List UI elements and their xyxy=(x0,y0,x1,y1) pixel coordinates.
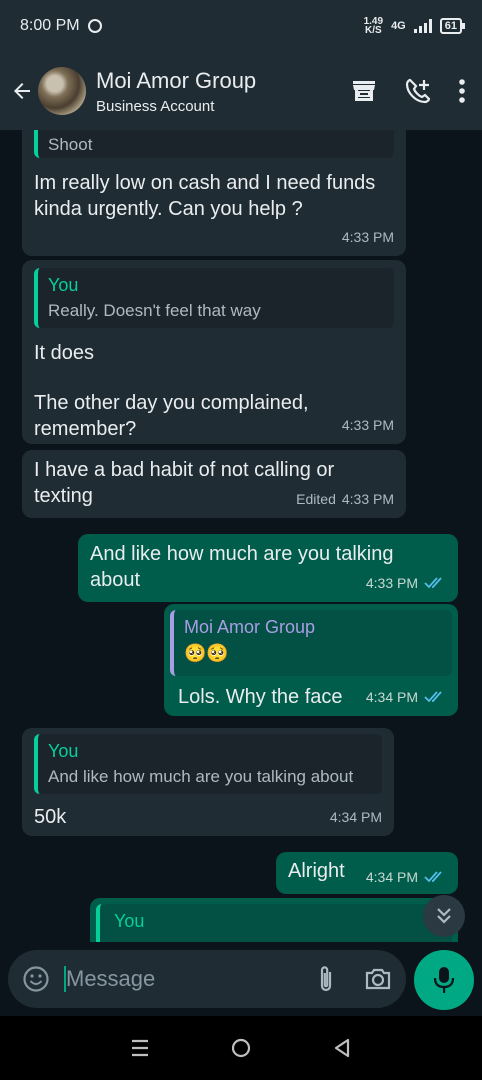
message-text-line: It does xyxy=(34,342,95,364)
status-time: 8:00 PM xyxy=(20,17,80,34)
battery-icon: 61 xyxy=(439,18,466,34)
message-meta: 4:34 PM xyxy=(366,684,446,710)
message-bubble[interactable]: You xyxy=(90,898,458,942)
message-text: Im really low on cash and I need funds k… xyxy=(34,172,376,220)
message-bubble[interactable]: I have a bad habit of not calling or tex… xyxy=(22,450,406,518)
quoted-message[interactable]: You Really. Doesn't feel that way xyxy=(34,268,394,328)
chat-title: Moi Amor Group xyxy=(96,67,257,93)
more-options-icon[interactable] xyxy=(458,78,466,104)
message-meta: 4:33 PM xyxy=(342,224,394,250)
voice-message-button[interactable] xyxy=(414,950,474,1010)
message-bubble[interactable]: Shoot Im really low on cash and I need f… xyxy=(22,130,406,256)
read-ticks-icon xyxy=(424,691,442,703)
message-text-line: The other day you complained, remember? xyxy=(34,392,309,440)
quoted-text: Shoot xyxy=(48,135,93,154)
message-time: 4:33 PM xyxy=(341,229,394,245)
scroll-to-bottom-button[interactable] xyxy=(423,895,465,937)
attach-icon[interactable] xyxy=(316,964,336,994)
quoted-message[interactable]: Shoot xyxy=(34,130,394,158)
quoted-message[interactable]: Moi Amor Group 🥺🥺 xyxy=(170,610,452,676)
avatar[interactable] xyxy=(38,67,86,115)
quoted-text: Really. Doesn't feel that way xyxy=(48,301,261,320)
storefront-icon[interactable] xyxy=(350,77,378,105)
edited-label: Edited xyxy=(296,491,336,507)
quoted-sender: You xyxy=(48,741,79,761)
quoted-text: 🥺🥺 xyxy=(184,643,229,663)
message-meta: 4:34 PM xyxy=(330,804,382,830)
message-meta: Edited 4:33 PM xyxy=(296,486,394,512)
back-button[interactable] xyxy=(8,77,36,105)
message-time: 4:33 PM xyxy=(365,575,418,591)
microphone-icon xyxy=(433,967,455,993)
message-time: 4:34 PM xyxy=(365,869,418,885)
message-input[interactable]: Message xyxy=(8,950,406,1008)
message-time: 4:34 PM xyxy=(365,689,418,705)
message-time: 4:33 PM xyxy=(341,417,394,433)
whatsapp-notification-icon xyxy=(87,19,102,33)
emoji-icon[interactable] xyxy=(22,965,50,993)
back-arrow-icon xyxy=(14,83,30,99)
quoted-sender: You xyxy=(48,275,79,295)
message-bubble[interactable]: You Really. Doesn't feel that way It doe… xyxy=(22,260,406,444)
message-placeholder: Message xyxy=(66,966,156,991)
double-chevron-down-icon xyxy=(437,908,451,924)
message-time: 4:33 PM xyxy=(341,491,394,507)
system-nav-bar xyxy=(0,1016,482,1080)
composer-bar: Message xyxy=(0,942,482,1016)
net-speed: 1.49 K/S xyxy=(364,17,383,36)
message-bubble[interactable]: Alright 4:34 PM xyxy=(276,852,458,894)
message-time: 4:34 PM xyxy=(329,809,382,825)
message-bubble[interactable]: Moi Amor Group 🥺🥺 Lols. Why the face 4:3… xyxy=(164,604,458,716)
chat-header: Moi Amor Group Business Account xyxy=(0,52,482,130)
message-meta: 4:33 PM xyxy=(342,412,394,438)
quoted-message[interactable]: You And like how much are you talking ab… xyxy=(34,734,382,794)
read-ticks-icon xyxy=(424,871,442,883)
network-type: 4G xyxy=(391,20,406,32)
net-speed-unit: K/S xyxy=(364,25,382,36)
home-icon[interactable] xyxy=(230,1037,252,1059)
chat-title-block[interactable]: Moi Amor Group Business Account xyxy=(96,68,256,115)
message-meta: 4:34 PM xyxy=(366,864,446,890)
status-bar: 8:00 PM 1.49 K/S 4G 61 xyxy=(0,0,482,52)
camera-icon[interactable] xyxy=(364,966,392,992)
message-meta: 4:33 PM xyxy=(366,570,446,596)
read-ticks-icon xyxy=(424,577,442,589)
chat-subtitle: Business Account xyxy=(96,97,215,115)
signal-icon xyxy=(413,19,432,33)
quoted-text: And like how much are you talking about xyxy=(48,767,354,786)
add-call-icon[interactable] xyxy=(404,77,432,105)
quoted-sender: You xyxy=(114,911,145,931)
message-bubble[interactable]: And like how much are you talking about … xyxy=(78,534,458,602)
back-nav-icon[interactable] xyxy=(332,1037,352,1059)
recent-apps-icon[interactable] xyxy=(130,1038,150,1058)
quoted-message[interactable]: You xyxy=(96,904,452,942)
message-bubble[interactable]: You And like how much are you talking ab… xyxy=(22,728,394,836)
quoted-sender: Moi Amor Group xyxy=(184,617,316,637)
chat-messages[interactable]: Shoot Im really low on cash and I need f… xyxy=(0,130,482,942)
